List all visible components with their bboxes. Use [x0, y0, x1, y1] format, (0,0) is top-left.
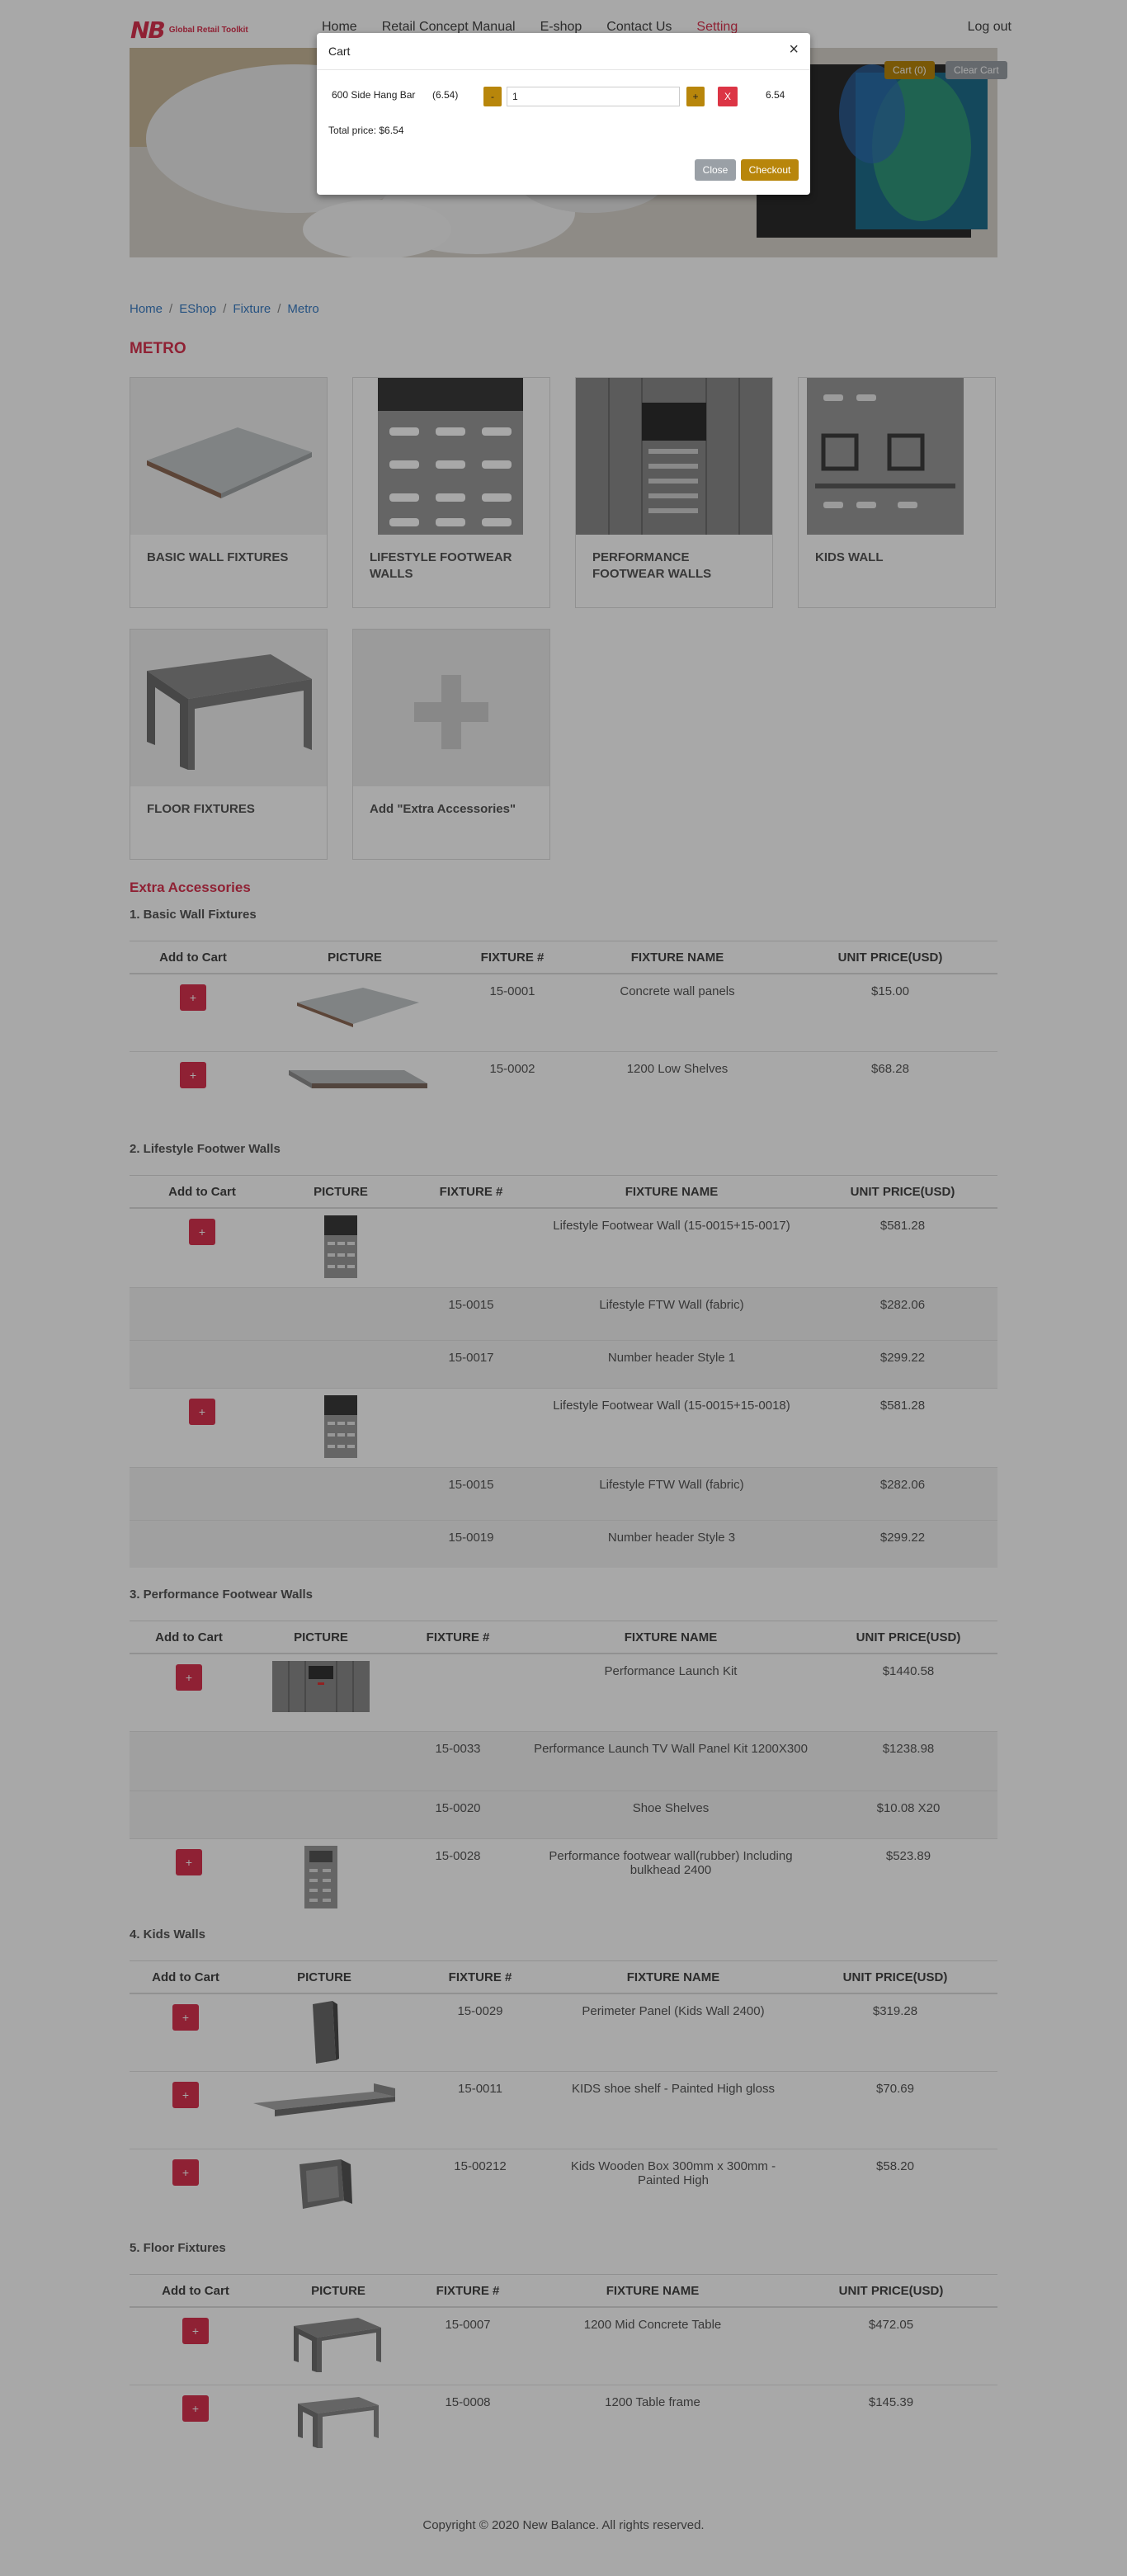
modal-backdrop[interactable] [0, 0, 1127, 2576]
quantity-decrease-button[interactable]: - [483, 87, 502, 106]
cart-item-name: 600 Side Hang Bar [332, 89, 416, 101]
close-icon[interactable]: × [789, 41, 799, 58]
cart-total-price: Total price: $6.54 [328, 125, 404, 136]
quantity-input[interactable] [507, 87, 680, 106]
modal-title: Cart [328, 45, 351, 58]
close-button[interactable]: Close [695, 159, 736, 181]
quantity-increase-button[interactable]: + [686, 87, 705, 106]
cart-item-price: (6.54) [432, 89, 459, 101]
cart-item-total: 6.54 [766, 89, 785, 101]
remove-item-button[interactable]: X [718, 87, 738, 106]
checkout-button[interactable]: Checkout [741, 159, 799, 181]
cart-modal: Cart × 600 Side Hang Bar (6.54) - + X 6.… [317, 33, 810, 195]
modal-header: Cart × [317, 33, 810, 70]
